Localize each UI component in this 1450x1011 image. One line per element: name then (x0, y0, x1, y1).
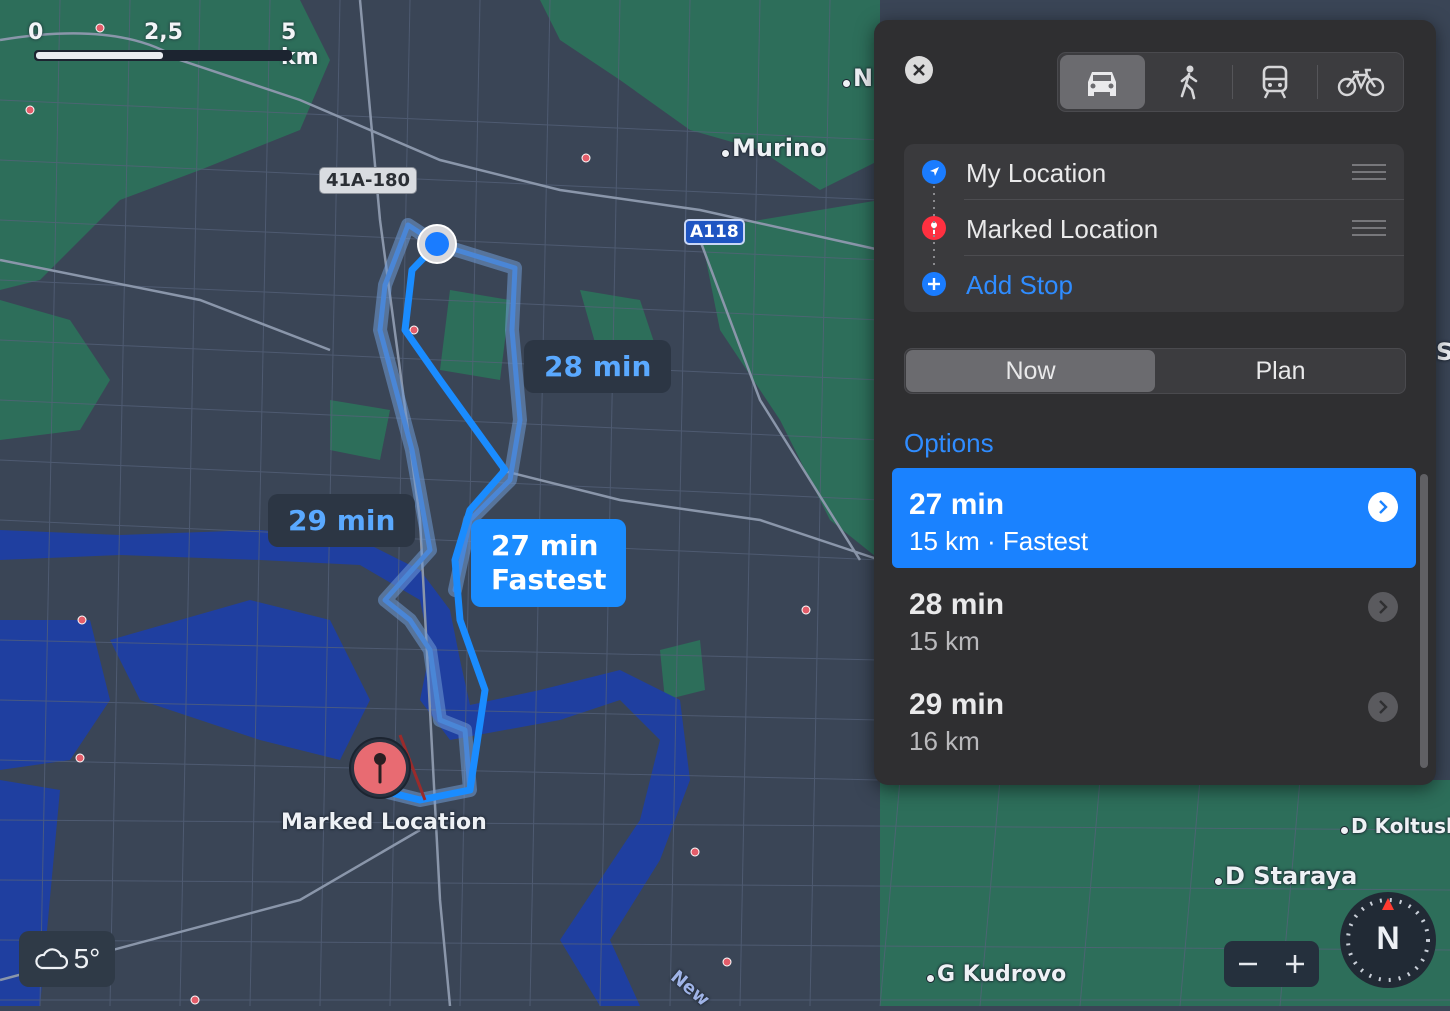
zoom-in-button[interactable] (1272, 941, 1320, 987)
compass[interactable]: N (1340, 892, 1436, 988)
transport-mode-selector (1057, 52, 1404, 112)
tab-now[interactable]: Now (906, 350, 1155, 392)
close-icon (913, 64, 925, 76)
route-callout-27-fastest[interactable]: 27 min Fastest (471, 519, 627, 607)
stop-origin[interactable]: My Location (904, 144, 1404, 200)
plus-circle-icon (922, 272, 946, 296)
stop-destination-label: Marked Location (966, 214, 1159, 244)
place-label-n[interactable]: N (842, 64, 873, 92)
stop-destination[interactable]: Marked Location (904, 200, 1404, 256)
place-label-edge[interactable]: S (1436, 338, 1450, 366)
place-label-staraya[interactable]: D Staraya (1214, 862, 1357, 890)
scale-bar: 0 2,5 5 km (28, 20, 319, 70)
mode-cycle-button[interactable] (1318, 53, 1403, 111)
scale-zero: 0 (28, 20, 44, 45)
add-stop-button[interactable]: Add Stop (904, 256, 1404, 312)
route-callout-29[interactable]: 29 min (268, 494, 416, 547)
road-shield-41a-180: 41A-180 (319, 167, 418, 194)
destination-map-label[interactable]: Marked Location (281, 810, 487, 835)
route-callout-27-time: 27 min (491, 529, 599, 562)
mode-walk-button[interactable] (1147, 53, 1232, 111)
route-option-time: 27 min (909, 488, 1005, 521)
departure-time-selector: Now Plan (904, 348, 1406, 394)
bike-icon (1337, 68, 1384, 97)
cloud-icon (35, 948, 68, 970)
options-heading: Options (904, 428, 994, 458)
route-option-2[interactable]: 28 min 15 km (892, 568, 1416, 668)
chevron-right-icon[interactable] (1368, 692, 1398, 722)
mode-drive-button[interactable] (1060, 55, 1145, 109)
scale-mid: 2,5 (144, 20, 183, 45)
place-label-kudrovo[interactable]: G Kudrovo (926, 962, 1066, 987)
weather-widget[interactable]: 5° (19, 931, 115, 987)
place-label-koltush[interactable]: D Koltush (1340, 814, 1450, 838)
zoom-controls (1224, 941, 1319, 987)
chevron-right-icon[interactable] (1368, 592, 1398, 622)
route-option-detail: 15 km (909, 626, 980, 656)
route-option-time: 28 min (909, 588, 1005, 621)
compass-heading: N (1376, 920, 1400, 956)
route-callout-28[interactable]: 28 min (524, 340, 672, 393)
route-callout-27-tag: Fastest (491, 563, 607, 596)
scale-end: 5 km (281, 20, 319, 70)
weather-temperature: 5° (73, 943, 101, 974)
tab-plan[interactable]: Plan (1156, 349, 1405, 393)
reorder-handle-icon[interactable] (1352, 220, 1386, 236)
plus-icon (1286, 955, 1305, 973)
route-option-3[interactable]: 29 min 16 km (892, 668, 1416, 768)
reorder-handle-icon[interactable] (1352, 164, 1386, 180)
connector-dots (933, 186, 935, 270)
mode-transit-button[interactable] (1233, 53, 1318, 111)
route-stops-list: My Location Marked Location Add Stop (904, 144, 1404, 312)
minus-icon (1238, 962, 1257, 966)
walk-icon (1180, 65, 1198, 100)
location-arrow-icon (922, 160, 946, 184)
road-shield-a118: A118 (684, 219, 745, 245)
close-button[interactable] (905, 56, 933, 84)
zoom-out-button[interactable] (1224, 941, 1272, 987)
car-icon (1088, 72, 1117, 96)
panel-scrollbar[interactable] (1420, 474, 1428, 768)
stop-origin-label: My Location (966, 158, 1107, 188)
route-option-detail: 15 km · Fastest (909, 526, 1089, 556)
train-icon (1262, 65, 1288, 99)
route-option-time: 29 min (909, 688, 1005, 721)
route-option-1[interactable]: 27 min 15 km · Fastest (892, 468, 1416, 568)
add-stop-label: Add Stop (966, 270, 1073, 300)
place-label-murino[interactable]: Murino (721, 134, 827, 162)
route-option-detail: 16 km (909, 726, 980, 756)
chevron-right-icon[interactable] (1368, 492, 1398, 522)
directions-panel: My Location Marked Location Add Stop Now… (874, 20, 1436, 785)
